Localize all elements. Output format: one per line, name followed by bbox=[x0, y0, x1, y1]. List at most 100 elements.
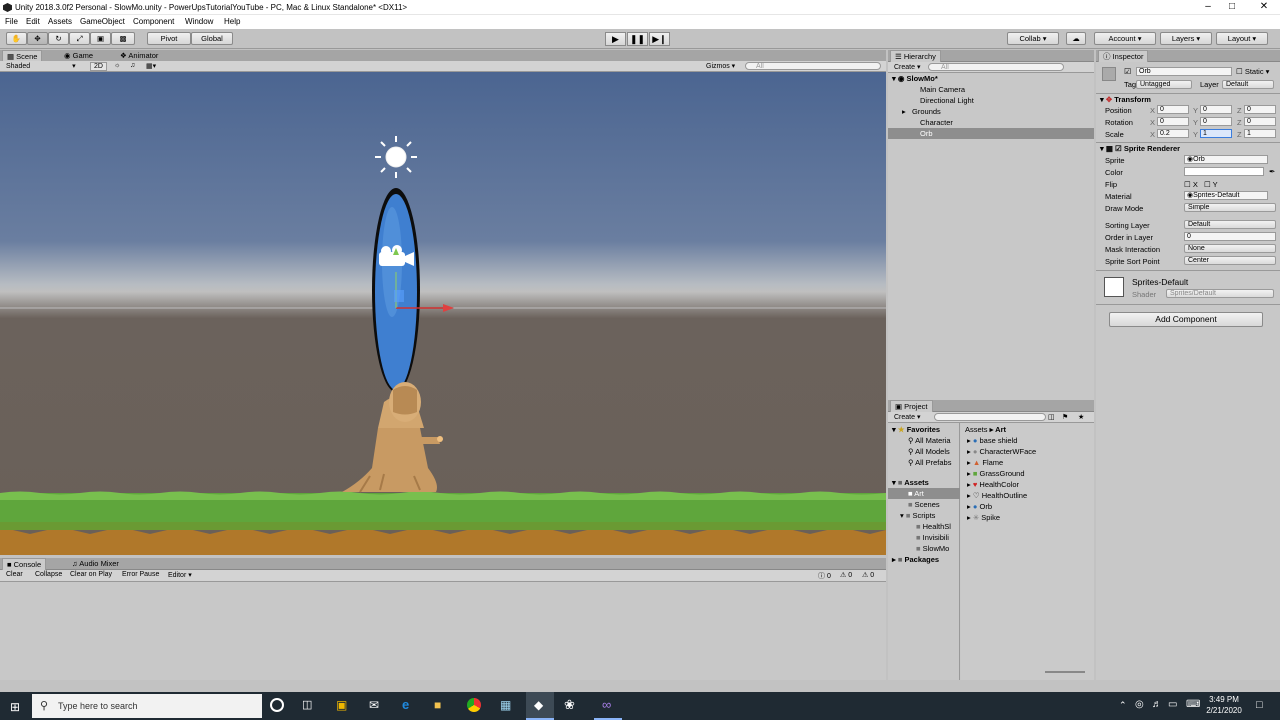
console-log-area[interactable] bbox=[0, 582, 886, 680]
lighting-icon[interactable]: ☼ bbox=[114, 62, 120, 69]
collab-button[interactable]: Collab ▾ bbox=[1007, 32, 1059, 45]
menu-assets[interactable]: Assets bbox=[48, 17, 72, 26]
filter-type-icon[interactable]: ◫ bbox=[1048, 413, 1055, 421]
cloud-icon[interactable]: ☁ bbox=[1066, 32, 1086, 45]
rotate-tool-icon[interactable]: ↻ bbox=[48, 32, 69, 45]
rotation-y-field[interactable]: 0 bbox=[1200, 117, 1232, 126]
asset-file[interactable]: ▸ ● Orb bbox=[961, 501, 1094, 512]
scale-tool-icon[interactable]: ⤢ bbox=[69, 32, 90, 45]
project-create-dropdown[interactable]: Create ▾ bbox=[894, 413, 920, 421]
file-explorer-icon[interactable]: ■ bbox=[434, 698, 441, 712]
play-button[interactable]: ▶ bbox=[605, 32, 626, 46]
rotation-x-field[interactable]: 0 bbox=[1157, 117, 1189, 126]
folder-script-sub[interactable]: ■ HealthSl bbox=[888, 521, 960, 532]
favorite-item[interactable]: ⚲ All Models bbox=[888, 446, 960, 457]
scene-search-input[interactable]: All bbox=[745, 62, 881, 70]
asset-file[interactable]: ▸ ● CharacterWFace bbox=[961, 446, 1094, 457]
volume-icon[interactable]: ♬ bbox=[1152, 699, 1162, 710]
account-button[interactable]: Account ▾ bbox=[1094, 32, 1156, 45]
asset-file[interactable]: ▸ ■ GrassGround bbox=[961, 468, 1094, 479]
clock[interactable]: 3:49 PM 2/21/2020 bbox=[1200, 695, 1248, 715]
chrome-icon[interactable] bbox=[467, 698, 481, 712]
hierarchy-item[interactable]: Directional Light bbox=[888, 95, 1094, 106]
packages-row[interactable]: ▸ ■ Packages bbox=[888, 554, 960, 565]
console-warn-count[interactable]: ⚠ 0 bbox=[840, 571, 852, 579]
breadcrumb-assets[interactable]: Assets bbox=[965, 425, 988, 434]
move-gizmo-x-arrow[interactable] bbox=[443, 304, 454, 312]
order-in-layer-field[interactable]: 0 bbox=[1184, 232, 1276, 241]
scale-z-field[interactable]: 1 bbox=[1244, 129, 1276, 138]
color-swatch[interactable] bbox=[1184, 167, 1264, 176]
scale-y-field[interactable]: 1 bbox=[1200, 129, 1232, 138]
position-x-field[interactable]: 0 bbox=[1157, 105, 1189, 114]
icon-size-slider[interactable] bbox=[1045, 671, 1085, 673]
directional-light-icon[interactable] bbox=[375, 136, 417, 178]
tab-inspector[interactable]: ⓘ Inspector bbox=[1098, 50, 1149, 62]
scale-x-field[interactable]: 0.2 bbox=[1157, 129, 1189, 138]
flip-y-checkbox[interactable]: ☐ Y bbox=[1204, 180, 1218, 189]
position-y-field[interactable]: 0 bbox=[1200, 105, 1232, 114]
folder-scripts[interactable]: ▾ ■ Scripts bbox=[888, 510, 960, 521]
layers-button[interactable]: Layers ▾ bbox=[1160, 32, 1212, 45]
hierarchy-item-selected[interactable]: Orb bbox=[888, 128, 1094, 139]
unity-hub-icon[interactable]: ❀ bbox=[564, 697, 575, 713]
static-toggle[interactable]: ☐ Static ▾ bbox=[1236, 67, 1269, 76]
sorting-layer-dropdown[interactable]: Default bbox=[1184, 220, 1276, 229]
transform-header[interactable]: ▾ ✥ Transform bbox=[1100, 95, 1151, 104]
transform-tool-icon[interactable]: ▩ bbox=[111, 32, 135, 45]
edge-icon[interactable]: e bbox=[402, 697, 409, 712]
close-button[interactable]: ✕ bbox=[1252, 1, 1276, 13]
menu-edit[interactable]: Edit bbox=[26, 17, 40, 26]
maximize-button[interactable]: □ bbox=[1220, 1, 1244, 13]
gizmos-dropdown[interactable]: Gizmos ▾ bbox=[706, 62, 735, 70]
move-gizmo-plane[interactable] bbox=[394, 290, 404, 302]
windows-start-icon[interactable]: ⊞ bbox=[10, 700, 20, 714]
favorite-item[interactable]: ⚲ All Prefabs bbox=[888, 457, 960, 468]
folder-script-sub[interactable]: ■ Invisibili bbox=[888, 532, 960, 543]
app-icon[interactable]: ▦ bbox=[500, 698, 511, 712]
tab-hierarchy[interactable]: ☰ Hierarchy bbox=[890, 50, 941, 62]
move-tool-icon[interactable]: ✥ bbox=[27, 32, 48, 45]
layer-dropdown[interactable]: Default bbox=[1222, 80, 1274, 89]
battery-icon[interactable]: ▭ bbox=[1168, 699, 1177, 710]
folder-scenes[interactable]: ■ Scenes bbox=[888, 499, 960, 510]
console-error-count[interactable]: ⚠ 0 bbox=[862, 571, 874, 579]
asset-file[interactable]: ▸ ♥ HealthColor bbox=[961, 479, 1094, 490]
effects-icon[interactable]: ▦▾ bbox=[146, 62, 156, 70]
favorite-star-icon[interactable]: ★ bbox=[1078, 413, 1084, 421]
folder-script-sub[interactable]: ■ SlowMo bbox=[888, 543, 960, 554]
material-field[interactable]: ◉Sprites-Default bbox=[1184, 191, 1268, 200]
tab-console[interactable]: ■ Console bbox=[2, 558, 47, 570]
menu-window[interactable]: Window bbox=[185, 17, 213, 26]
console-clear-button[interactable]: Clear bbox=[6, 571, 23, 578]
taskbar-search-box[interactable]: ⚲ Type here to search bbox=[32, 694, 262, 718]
notifications-icon[interactable]: □ bbox=[1256, 699, 1263, 711]
task-view-icon[interactable]: ◫ bbox=[302, 698, 312, 711]
hierarchy-scene-row[interactable]: ▾ ◉ SlowMo* bbox=[888, 73, 1094, 84]
shader-dropdown[interactable]: Sprites/Default bbox=[1166, 289, 1274, 298]
hierarchy-item[interactable]: Main Camera bbox=[888, 84, 1094, 95]
shading-mode-dropdown[interactable]: Shaded ▾ bbox=[6, 62, 76, 70]
asset-file[interactable]: ▸ ♡ HealthOutline bbox=[961, 490, 1094, 501]
menu-gameobject[interactable]: GameObject bbox=[80, 17, 125, 26]
mode-2d-toggle[interactable]: 2D bbox=[90, 62, 107, 71]
eyedropper-icon[interactable]: ✒ bbox=[1269, 167, 1275, 176]
add-component-button[interactable]: Add Component bbox=[1109, 312, 1263, 327]
asset-file[interactable]: ▸ ● base shield bbox=[961, 435, 1094, 446]
asset-file[interactable]: ▸ ▲ Flame bbox=[961, 457, 1094, 468]
unity-taskbar-button[interactable]: ◆ bbox=[526, 692, 554, 720]
console-collapse-button[interactable]: Collapse bbox=[35, 571, 62, 578]
minimize-button[interactable]: – bbox=[1196, 1, 1220, 13]
filter-label-icon[interactable]: ⚑ bbox=[1062, 413, 1068, 421]
favorite-item[interactable]: ⚲ All Materia bbox=[888, 435, 960, 446]
draw-mode-dropdown[interactable]: Simple bbox=[1184, 203, 1276, 212]
favorites-row[interactable]: ▾ ★ Favorites bbox=[888, 424, 960, 435]
sprite-renderer-header[interactable]: ▾ ▦ ☑ Sprite Renderer bbox=[1100, 144, 1180, 153]
hand-tool-icon[interactable]: ✋ bbox=[6, 32, 27, 45]
project-search-input[interactable] bbox=[934, 413, 1046, 421]
pause-button[interactable]: ❚❚ bbox=[627, 32, 648, 46]
sprite-field[interactable]: ◉Orb bbox=[1184, 155, 1268, 164]
hierarchy-search-input[interactable]: All bbox=[928, 63, 1064, 71]
network-icon[interactable]: ◎ bbox=[1135, 699, 1144, 710]
hierarchy-create-dropdown[interactable]: Create ▾ bbox=[894, 63, 920, 71]
